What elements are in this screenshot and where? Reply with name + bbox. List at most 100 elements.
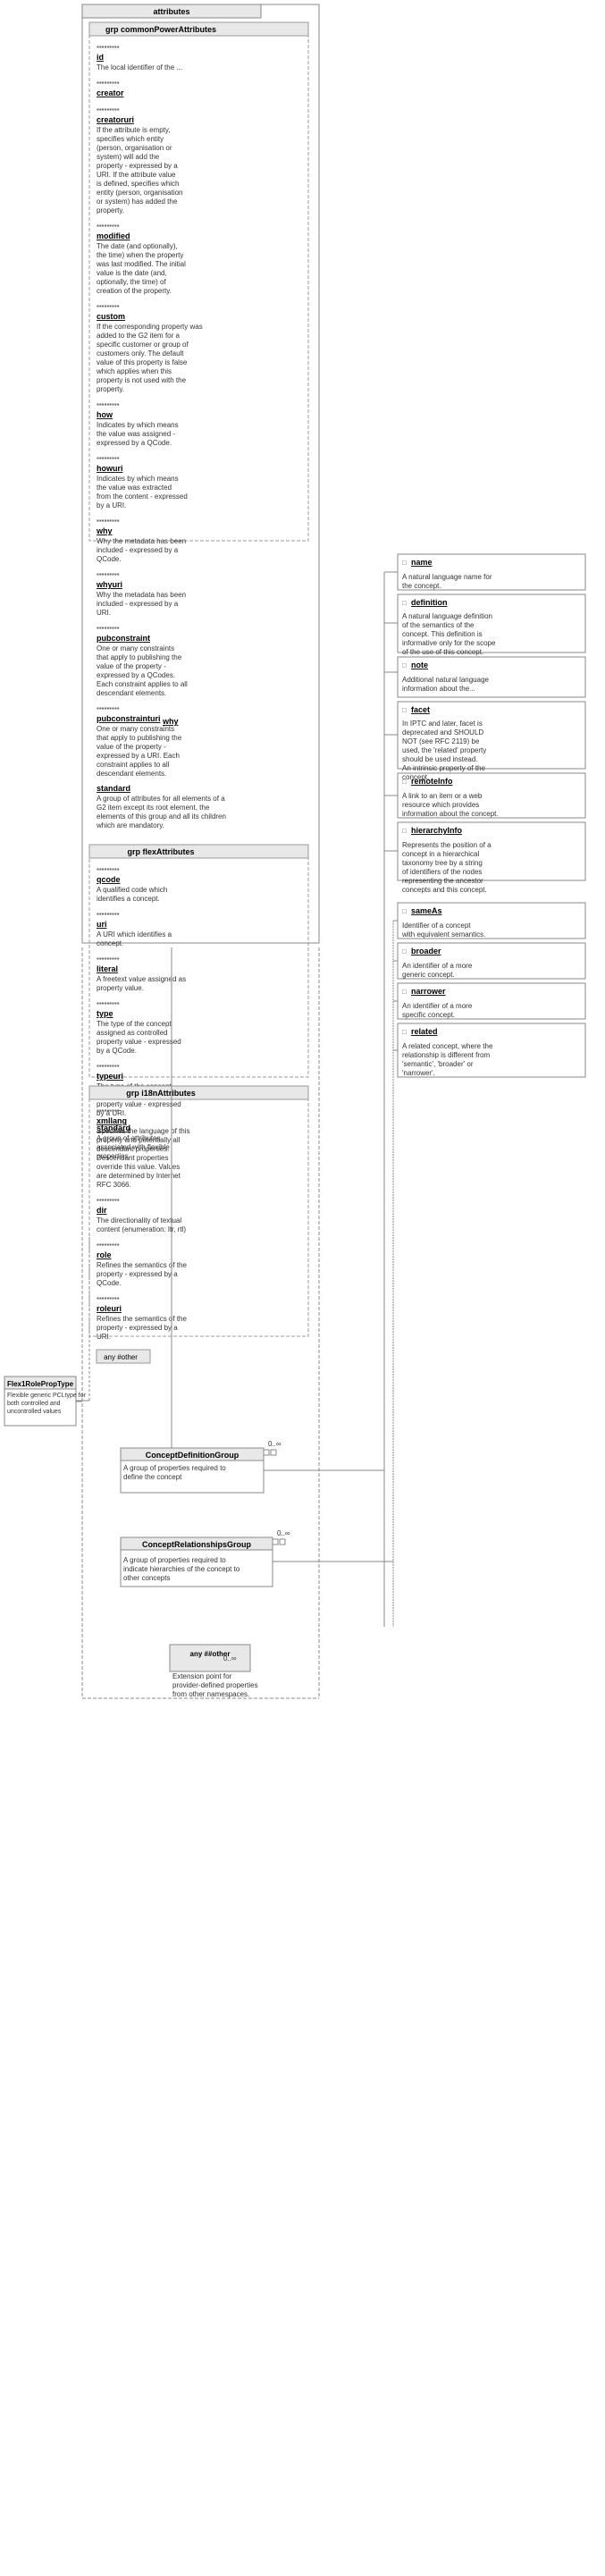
svg-text:facet: facet [411,705,430,714]
svg-text:Descendant properties: Descendant properties [97,1154,169,1162]
svg-text:property and potentially all: property and potentially all [97,1136,181,1144]
svg-text:0..∞: 0..∞ [223,1654,237,1663]
svg-text:Additional natural language: Additional natural language [402,676,490,684]
svg-text:□: □ [402,599,407,607]
svg-text:deprecated and SHOULD: deprecated and SHOULD [402,728,483,737]
svg-text:□: □ [402,947,407,955]
svg-text:A group of attributes: A group of attributes [97,1134,161,1142]
svg-text:grp commonPowerAttributes: grp commonPowerAttributes [105,25,216,34]
svg-text:property - expressed by a: property - expressed by a [97,1270,178,1278]
svg-text:□: □ [402,907,407,915]
svg-text:sameAs: sameAs [411,906,442,915]
svg-text:xmllang: xmllang [97,1116,127,1125]
svg-text:property value - expressed: property value - expressed [97,1038,181,1046]
svg-text:property is not used with the: property is not used with the [97,376,187,384]
svg-text:expressed by a URI. Each: expressed by a URI. Each [97,752,180,760]
svg-text:used, the 'related' property: used, the 'related' property [402,746,486,754]
svg-text:assigned as controlled: assigned as controlled [97,1091,168,1099]
svg-text:which applies when this: which applies when this [96,367,172,375]
svg-text:narrower: narrower [411,987,446,996]
svg-text:□: □ [402,706,407,714]
svg-text:howuri: howuri [97,464,123,473]
svg-text:concept.: concept. [402,773,429,781]
svg-text:uri: uri [97,920,107,929]
svg-text:by a URI.: by a URI. [97,1109,126,1117]
svg-text:descendant elements.: descendant elements. [97,689,166,697]
svg-text:▪▪▪▪▪▪▪▪▪: ▪▪▪▪▪▪▪▪▪ [97,79,120,87]
svg-text:(person, organisation or: (person, organisation or [97,144,172,152]
svg-text:constraint applies to all: constraint applies to all [97,761,170,769]
svg-text:Why the metadata has been: Why the metadata has been [97,591,186,599]
svg-text:Why the metadata has been: Why the metadata has been [97,537,186,545]
svg-text:RFC 3066.: RFC 3066. [97,1181,131,1189]
svg-text:specific concept.: specific concept. [402,1011,455,1019]
svg-text:of the semantics of the: of the semantics of the [402,621,475,629]
svg-text:was last modified. The initial: was last modified. The initial [96,260,186,268]
svg-text:QCode.: QCode. [97,1279,122,1287]
svg-text:If the attribute is empty,: If the attribute is empty, [97,126,171,134]
svg-text:Specifies the language of this: Specifies the language of this [97,1127,190,1135]
svg-text:Flexible generic PCLtype for: Flexible generic PCLtype for [7,1393,87,1399]
svg-text:are determined by Internet: are determined by Internet [97,1172,181,1180]
svg-text:G2 item except its root elemen: G2 item except its root element, the [97,804,210,812]
svg-text:informative only for the scope: informative only for the scope [402,639,496,647]
svg-text:An intrinsic property of the: An intrinsic property of the [402,764,485,772]
svg-text:the concept.: the concept. [402,582,441,590]
svg-text:whyuri: whyuri [96,580,122,589]
svg-text:identifies a concept.: identifies a concept. [97,895,160,903]
svg-text:▪▪▪▪▪▪▪▪▪: ▪▪▪▪▪▪▪▪▪ [97,400,120,408]
svg-text:information about the concept.: information about the concept. [402,810,499,818]
diagram-container: attributes grp commonPowerAttributes ▪▪▪… [0,0,605,2576]
svg-text:NOT (see RFC 2119) be: NOT (see RFC 2119) be [402,737,480,745]
svg-text:type: type [97,1009,113,1018]
svg-text:A group of attributes for all: A group of attributes for all elements o… [97,795,225,803]
svg-text:name: name [411,558,433,567]
svg-text:▪▪▪▪▪▪▪▪▪: ▪▪▪▪▪▪▪▪▪ [97,43,120,51]
svg-text:The type of the concept: The type of the concept [97,1082,172,1090]
svg-text:specifies which entity: specifies which entity [97,135,164,143]
svg-text:included - expressed by a: included - expressed by a [97,546,179,554]
svg-text:A related concept, where the: A related concept, where the [402,1042,493,1050]
svg-text:▪▪▪▪▪▪▪▪▪: ▪▪▪▪▪▪▪▪▪ [97,1196,120,1204]
svg-text:property value.: property value. [97,984,144,992]
svg-text:value of the property -: value of the property - [97,743,166,751]
svg-text:optionally, the time) of: optionally, the time) of [97,278,166,286]
svg-text:▪▪▪▪▪▪▪▪▪: ▪▪▪▪▪▪▪▪▪ [97,910,120,918]
svg-text:A group of properties required: A group of properties required to [123,1556,226,1564]
svg-text:▪▪▪▪▪▪▪▪▪: ▪▪▪▪▪▪▪▪▪ [97,517,120,525]
svg-text:by a QCode.: by a QCode. [97,1047,137,1055]
svg-text:specific customer or group of: specific customer or group of [97,341,189,349]
svg-text:concept in a hierarchical: concept in a hierarchical [402,850,479,858]
svg-text:why: why [162,717,179,726]
svg-text:added to the G2 item for a: added to the G2 item for a [97,332,180,340]
svg-text:A natural language definition: A natural language definition [402,612,492,620]
svg-text:▪▪▪▪▪▪▪▪▪: ▪▪▪▪▪▪▪▪▪ [97,999,120,1007]
svg-text:Refines the semantics of the: Refines the semantics of the [97,1315,187,1323]
svg-text:customers only. The default: customers only. The default [97,349,184,358]
svg-text:creatoruri: creatoruri [97,115,134,124]
svg-text:entity (person, organisation: entity (person, organisation [97,189,183,197]
svg-text:relationship is different from: relationship is different from [402,1051,490,1059]
svg-text:definition: definition [411,598,448,607]
svg-text:concept.: concept. [97,939,123,947]
svg-text:override this value. Values: override this value. Values [97,1163,180,1171]
svg-text:property.: property. [97,206,124,215]
svg-text:pubconstrainturi: pubconstrainturi [97,714,161,723]
svg-text:property.: property. [97,385,124,393]
svg-text:Represents the position of a: Represents the position of a [402,841,492,849]
svg-text:taxonomy tree by a string: taxonomy tree by a string [402,859,483,867]
svg-text:concepts and this concept.: concepts and this concept. [402,886,487,894]
svg-text:URI.: URI. [97,1333,111,1341]
svg-text:QCode.: QCode. [97,555,122,563]
svg-text:information about the...: information about the... [402,685,475,693]
svg-text:uncontrolled values: uncontrolled values [7,1409,62,1415]
svg-text:▪▪▪▪▪▪▪▪▪: ▪▪▪▪▪▪▪▪▪ [97,105,120,114]
svg-text:with equivalent semantics.: with equivalent semantics. [401,930,485,939]
svg-text:the value was extracted: the value was extracted [97,484,172,492]
svg-text:assigned as controlled: assigned as controlled [97,1029,168,1037]
svg-text:creation of the property.: creation of the property. [97,287,172,295]
svg-text:representing the ancestor: representing the ancestor [402,877,483,885]
svg-text:the time) when the property: the time) when the property [97,251,183,259]
svg-text:▪▪▪▪▪▪▪▪▪: ▪▪▪▪▪▪▪▪▪ [97,1062,120,1070]
svg-text:Indicates by which means: Indicates by which means [97,475,179,483]
